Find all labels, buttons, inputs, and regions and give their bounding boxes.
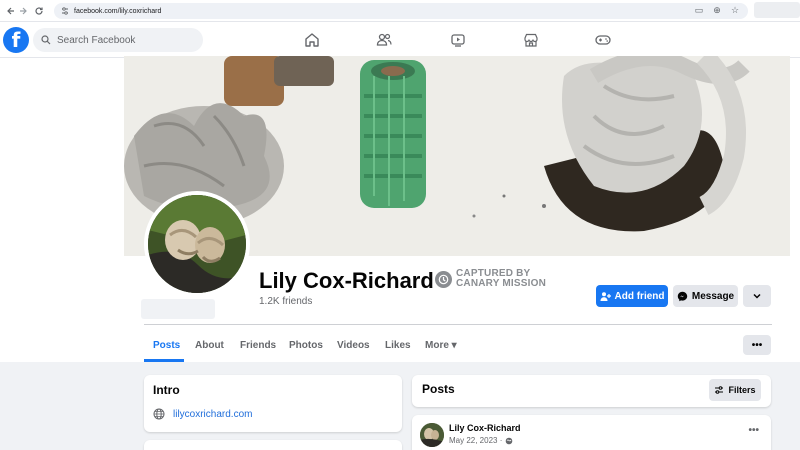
- marketplace-icon[interactable]: [516, 28, 546, 52]
- watch-icon[interactable]: [443, 28, 473, 52]
- home-icon[interactable]: [297, 28, 327, 52]
- message-button[interactable]: Message: [673, 285, 738, 307]
- profile-name: Lily Cox-Richard: [259, 268, 434, 293]
- post-options-icon[interactable]: •••: [748, 425, 759, 436]
- address-bar[interactable]: facebook.com/lily.coxrichard: [54, 3, 748, 19]
- globe-privacy-icon: [506, 437, 513, 444]
- tab-photos[interactable]: Photos: [289, 340, 323, 351]
- more-dots-icon: •••: [751, 339, 763, 351]
- friend-count[interactable]: 1.2K friends: [259, 296, 312, 307]
- friends-icon[interactable]: [369, 28, 399, 52]
- captured-badge: CAPTURED BY CANARY MISSION: [435, 269, 546, 289]
- search-icon: [41, 35, 51, 45]
- message-label: Message: [691, 290, 735, 302]
- website-link[interactable]: lilycoxrichard.com: [173, 409, 252, 420]
- filter-sliders-icon: [715, 386, 724, 394]
- reload-icon[interactable]: [30, 2, 48, 20]
- filters-button[interactable]: Filters: [709, 379, 761, 401]
- messenger-icon: [677, 291, 688, 301]
- tab-friends[interactable]: Friends: [240, 340, 276, 351]
- add-friend-label: Add friend: [614, 290, 665, 302]
- page-background-right: [790, 58, 800, 258]
- zoom-icon[interactable]: ⊕: [712, 4, 722, 16]
- url-text: facebook.com/lily.coxrichard: [74, 7, 162, 15]
- filters-label: Filters: [728, 385, 756, 395]
- intro-card: Intro lilycoxrichard.com: [144, 375, 402, 432]
- site-info-icon[interactable]: [60, 6, 70, 16]
- post-date-row: May 22, 2023 ·: [449, 436, 513, 445]
- chevron-down-icon: [753, 293, 761, 299]
- clock-icon: [435, 270, 452, 288]
- facebook-logo[interactable]: f: [3, 27, 29, 53]
- tab-videos[interactable]: Videos: [337, 340, 370, 351]
- tab-more[interactable]: More ▾: [425, 340, 457, 351]
- facebook-header: f: [0, 22, 800, 58]
- browser-toolbar: facebook.com/lily.coxrichard ▭ ⊕ ☆: [0, 0, 800, 22]
- tabs-divider: [144, 324, 772, 325]
- tab-posts[interactable]: Posts: [153, 340, 180, 351]
- browser-profile-chip[interactable]: [754, 2, 800, 18]
- cast-icon[interactable]: ▭: [694, 4, 704, 16]
- post-author-name[interactable]: Lily Cox-Richard: [449, 423, 521, 433]
- post-date[interactable]: May 22, 2023 ·: [449, 436, 502, 445]
- profile-options-button[interactable]: [743, 285, 771, 307]
- active-tab-indicator: [144, 359, 184, 362]
- intro-title: Intro: [153, 383, 180, 397]
- post-card: Lily Cox-Richard May 22, 2023 · •••: [412, 415, 771, 450]
- add-person-icon: [600, 291, 611, 301]
- search-box[interactable]: [33, 28, 203, 52]
- profile-avatar[interactable]: [144, 191, 250, 297]
- more-options-button[interactable]: •••: [743, 335, 771, 355]
- posts-header-card: Posts Filters: [412, 375, 771, 407]
- tab-about[interactable]: About: [195, 340, 224, 351]
- add-friend-button[interactable]: Add friend: [596, 285, 668, 307]
- tab-likes[interactable]: Likes: [385, 340, 411, 351]
- avatar-image: [148, 195, 246, 293]
- globe-icon: [153, 408, 165, 420]
- search-input[interactable]: [57, 34, 197, 46]
- bookmark-star-icon[interactable]: ☆: [730, 4, 740, 16]
- post-avatar-image: [420, 423, 444, 447]
- photos-card: [144, 440, 402, 450]
- captured-line2: CANARY MISSION: [456, 278, 547, 289]
- gaming-icon[interactable]: [588, 28, 618, 52]
- avatar-caption-placeholder: [141, 299, 215, 319]
- post-author-avatar[interactable]: [420, 423, 444, 447]
- posts-title: Posts: [422, 382, 455, 396]
